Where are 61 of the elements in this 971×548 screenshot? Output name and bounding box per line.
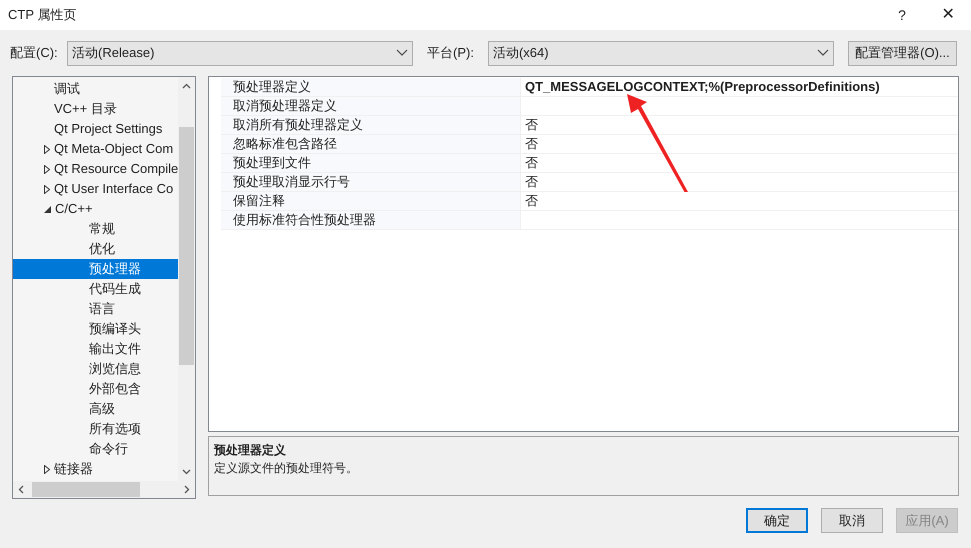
scrollbar-thumb[interactable] bbox=[32, 482, 140, 497]
scroll-left-icon[interactable] bbox=[18, 485, 24, 494]
property-name[interactable]: 取消所有预处理器定义 bbox=[221, 116, 521, 134]
tree-item[interactable]: VC++ 目录 bbox=[13, 99, 178, 119]
chevron-down-icon bbox=[816, 49, 829, 57]
tree-item[interactable]: 高级 bbox=[13, 399, 178, 419]
scrollbar-thumb[interactable] bbox=[179, 127, 194, 365]
tree-item[interactable]: 代码生成 bbox=[13, 279, 178, 299]
collapsed-triangle-icon[interactable] bbox=[44, 464, 50, 474]
platform-label: 平台(P): bbox=[427, 44, 475, 62]
scroll-up-icon[interactable] bbox=[182, 83, 191, 89]
property-name[interactable]: 预处理器定义 bbox=[221, 78, 521, 96]
scroll-right-icon[interactable] bbox=[184, 485, 190, 494]
dialog-button[interactable]: 确定 bbox=[746, 508, 808, 533]
tree-item[interactable]: 预处理器 bbox=[13, 259, 178, 279]
horizontal-scrollbar[interactable] bbox=[13, 481, 195, 498]
description-title: 预处理器定义 bbox=[214, 442, 287, 459]
tree-item[interactable]: C/C++ bbox=[13, 199, 178, 219]
collapsed-triangle-icon[interactable] bbox=[44, 164, 50, 174]
tree-item[interactable]: 常规 bbox=[13, 219, 178, 239]
tree-item[interactable]: 优化 bbox=[13, 239, 178, 259]
configuration-manager-button[interactable]: 配置管理器(O)... bbox=[848, 40, 957, 66]
property-value[interactable]: 否 bbox=[521, 173, 538, 191]
chevron-down-icon bbox=[396, 49, 408, 57]
property-name[interactable]: 使用标准符合性预处理器 bbox=[221, 211, 521, 229]
property-value[interactable]: 否 bbox=[521, 116, 538, 134]
property-name[interactable]: 预处理到文件 bbox=[221, 154, 521, 172]
tree-item[interactable]: 外部包含 bbox=[13, 379, 178, 399]
expanded-triangle-icon[interactable] bbox=[44, 206, 51, 212]
property-value[interactable]: 否 bbox=[521, 192, 538, 210]
platform-dropdown[interactable]: 活动(x64) bbox=[488, 40, 834, 66]
property-name[interactable]: 忽略标准包含路径 bbox=[221, 135, 521, 153]
property-value[interactable]: QT_MESSAGELOGCONTEXT;%(PreprocessorDefinitions) bbox=[521, 78, 880, 96]
window-title: CTP 属性页 bbox=[8, 6, 78, 24]
help-button[interactable]: ? bbox=[879, 0, 925, 30]
tree-item[interactable]: 预编译头 bbox=[13, 319, 178, 339]
dialog-button[interactable]: 取消 bbox=[821, 508, 883, 533]
collapsed-triangle-icon[interactable] bbox=[44, 144, 50, 154]
property-name[interactable]: 预处理取消显示行号 bbox=[221, 173, 521, 191]
config-label: 配置(C): bbox=[10, 44, 59, 62]
close-button[interactable]: ✕ bbox=[925, 0, 971, 30]
tree-item[interactable]: 所有选项 bbox=[13, 419, 178, 439]
tree-item[interactable]: Qt User Interface Co bbox=[13, 179, 178, 199]
tree-item[interactable]: 语言 bbox=[13, 299, 178, 319]
tree-item[interactable]: 链接器 bbox=[13, 459, 178, 479]
tree-item[interactable]: Qt Resource Compile bbox=[13, 159, 178, 179]
tree-item[interactable]: Qt Meta-Object Com bbox=[13, 139, 178, 159]
tree-item[interactable]: 命令行 bbox=[13, 439, 178, 459]
property-value[interactable]: 否 bbox=[521, 154, 538, 172]
tree-item[interactable]: Qt Project Settings bbox=[13, 119, 178, 139]
config-dropdown[interactable]: 活动(Release) bbox=[67, 40, 413, 66]
property-name[interactable]: 取消预处理器定义 bbox=[221, 97, 521, 115]
description-text: 定义源文件的预处理符号。 bbox=[214, 460, 359, 477]
tree-item[interactable]: 输出文件 bbox=[13, 339, 178, 359]
tree-item[interactable]: 调试 bbox=[13, 79, 178, 99]
property-value[interactable]: 否 bbox=[521, 135, 538, 153]
vertical-scrollbar[interactable] bbox=[178, 77, 195, 481]
collapsed-triangle-icon[interactable] bbox=[44, 184, 50, 194]
tree-item[interactable]: 浏览信息 bbox=[13, 359, 178, 379]
scroll-down-icon[interactable] bbox=[182, 469, 191, 475]
property-name[interactable]: 保留注释 bbox=[221, 192, 521, 210]
